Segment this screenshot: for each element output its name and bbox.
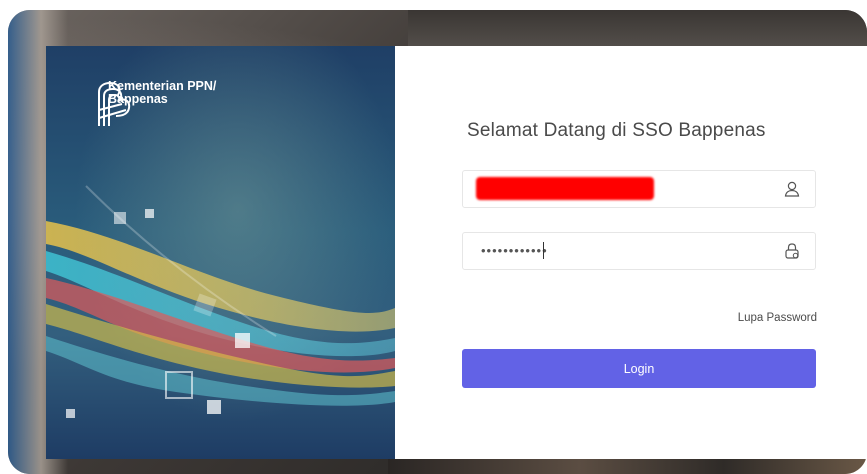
lock-icon: [785, 243, 799, 259]
username-field[interactable]: [462, 170, 816, 208]
welcome-title: Selamat Datang di SSO Bappenas: [467, 120, 766, 141]
text-caret: [543, 242, 544, 259]
password-value: ••••••••••••: [481, 243, 548, 258]
bappenas-logo: [98, 81, 131, 126]
login-card: Kementerian PPN/ Bappenas Selamat Datang…: [46, 46, 867, 459]
brand: Kementerian PPN/ Bappenas: [96, 80, 216, 126]
background-blur-top: [408, 10, 867, 50]
login-panel: Selamat Datang di SSO Bappenas •••••••••…: [395, 46, 867, 459]
password-field[interactable]: ••••••••••••: [462, 232, 816, 270]
forgot-password-link[interactable]: Lupa Password: [738, 312, 817, 324]
login-button[interactable]: Login: [462, 349, 816, 388]
user-icon: [784, 181, 800, 197]
branding-panel: Kementerian PPN/ Bappenas: [46, 46, 395, 459]
redacted-username: [476, 177, 654, 200]
